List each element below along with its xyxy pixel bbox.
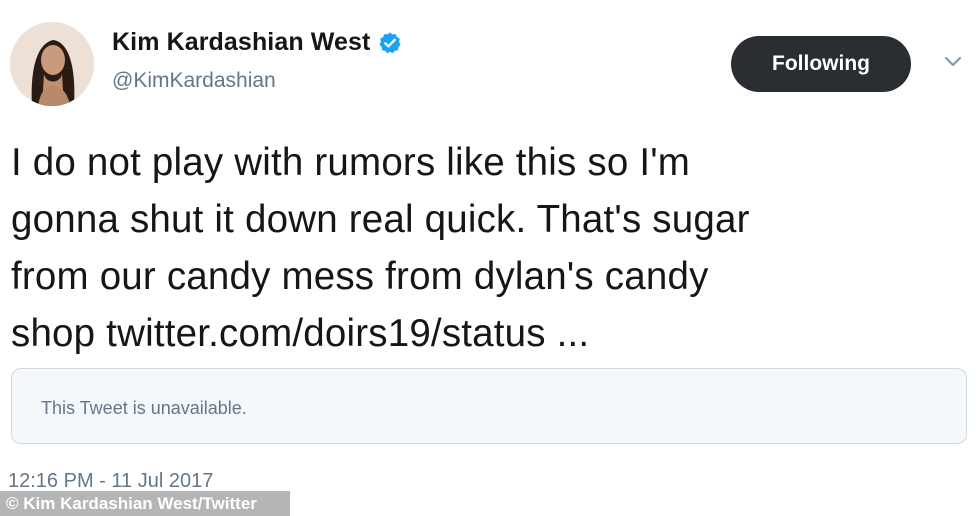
avatar[interactable] [10,22,94,106]
tweet-text-line[interactable]: shop twitter.com/doirs19/status ... [11,305,961,362]
tweet-text: I do not play with rumors like this so I… [11,134,961,362]
profile-photo-icon [10,22,94,106]
tweet-text-line: I do not play with rumors like this so I… [11,141,691,184]
following-button[interactable]: Following [731,36,911,92]
chevron-down-icon[interactable] [940,52,966,72]
tweet-card: Kim Kardashian West @KimKardashian Follo… [0,0,980,516]
quoted-tweet-unavailable-text: This Tweet is unavailable. [41,398,247,418]
tweet-text-line: from our candy mess from dylan's candy [11,255,709,298]
verified-badge-icon [378,31,402,55]
tweet-text-line: gonna shut it down real quick. That's su… [11,198,750,241]
photo-credit-bar: © Kim Kardashian West/Twitter [0,491,290,516]
quoted-tweet-card[interactable]: This Tweet is unavailable. [11,368,967,444]
photo-credit: © Kim Kardashian West/Twitter [6,494,257,513]
tweet-timestamp[interactable]: 12:16 PM - 11 Jul 2017 [8,470,213,493]
author-name-row: Kim Kardashian West [112,28,402,57]
author-display-name[interactable]: Kim Kardashian West [112,28,370,57]
author-handle[interactable]: @KimKardashian [112,69,276,93]
